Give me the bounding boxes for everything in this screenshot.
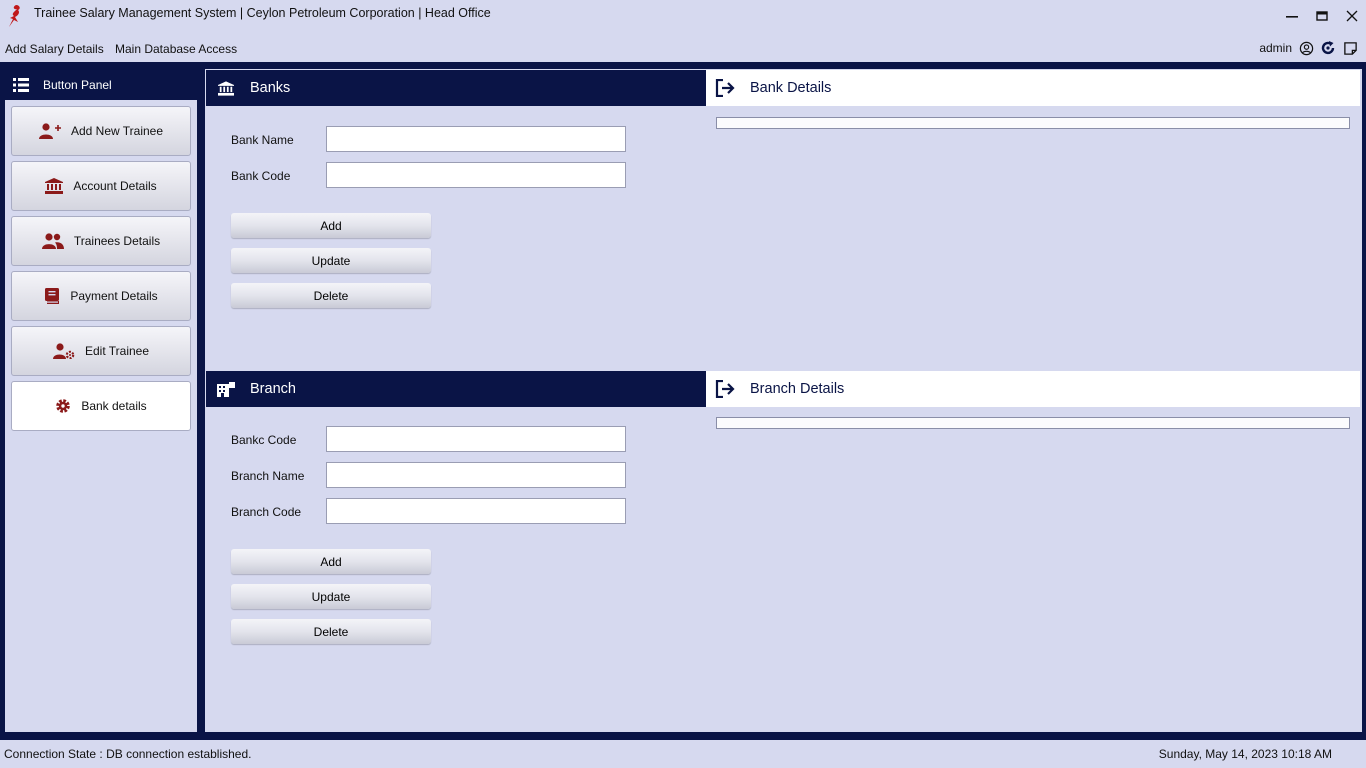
nav-account-details[interactable]: Account Details	[11, 161, 191, 211]
branch-details-table[interactable]	[716, 417, 1350, 429]
nav-label: Trainees Details	[73, 234, 161, 248]
app-logo-icon	[5, 3, 25, 31]
minimize-button[interactable]	[1280, 5, 1304, 27]
bank-name-input[interactable]	[326, 126, 626, 152]
add-user-icon	[38, 123, 61, 139]
user-gear-icon	[52, 343, 75, 359]
status-bar: Connection State : DB connection establi…	[0, 740, 1366, 768]
menu-add-salary-details[interactable]: Add Salary Details	[5, 42, 104, 56]
branch-code-input[interactable]	[326, 498, 626, 524]
user-area: admin	[1259, 40, 1358, 56]
branch-delete-button[interactable]: Delete	[231, 619, 431, 644]
window-title: Trainee Salary Management System | Ceylo…	[34, 6, 491, 20]
bank-details-title: Bank Details	[750, 80, 832, 96]
username-label: admin	[1259, 41, 1292, 55]
button-panel: Button Panel Add New Trainee Account Det…	[4, 68, 198, 733]
users-icon	[41, 233, 64, 249]
banks-header: Banks	[206, 70, 706, 106]
nav-label: Bank details	[81, 399, 147, 413]
menu-main-database-access[interactable]: Main Database Access	[115, 42, 237, 56]
building-icon	[216, 381, 236, 397]
bank-icon	[216, 80, 236, 96]
branch-add-button[interactable]: Add	[231, 549, 431, 574]
branch-details-header: Branch Details	[706, 371, 1360, 407]
bank-delete-button[interactable]: Delete	[231, 283, 431, 308]
branch-name-input[interactable]	[326, 462, 626, 488]
maximize-button[interactable]	[1310, 5, 1334, 27]
connection-status: Connection State : DB connection establi…	[4, 747, 252, 761]
book-icon	[44, 288, 60, 304]
menu-bar: Add Salary Details Main Database Access …	[0, 38, 1366, 60]
nav-bank-details[interactable]: Bank details	[11, 381, 191, 431]
bank-details-header: Bank Details	[706, 70, 1360, 106]
bank-code-label: Bank Code	[231, 169, 291, 183]
button-panel-title: Button Panel	[43, 77, 112, 92]
branch-bank-code-label: Bankc Code	[231, 433, 297, 447]
note-icon[interactable]	[1342, 40, 1358, 56]
title-bar: Trainee Salary Management System | Ceylo…	[0, 0, 1366, 34]
branch-code-label: Branch Code	[231, 505, 302, 519]
content-area: Banks Bank Details Bank Name Bank Code A…	[204, 68, 1363, 733]
banks-title: Banks	[250, 80, 291, 96]
button-panel-header: Button Panel	[5, 69, 197, 100]
list-icon	[13, 77, 29, 93]
nav-edit-trainee[interactable]: Edit Trainee	[11, 326, 191, 376]
branch-details-title: Branch Details	[750, 381, 845, 397]
nav-add-new-trainee[interactable]: Add New Trainee	[11, 106, 191, 156]
branch-bank-code-input[interactable]	[326, 426, 626, 452]
bank-update-button[interactable]: Update	[231, 248, 431, 273]
user-circle-icon[interactable]	[1298, 40, 1314, 56]
branch-update-button[interactable]: Update	[231, 584, 431, 609]
nav-label: Payment Details	[70, 289, 158, 303]
refresh-icon[interactable]	[1320, 40, 1336, 56]
gear-icon	[55, 398, 71, 414]
datetime-display: Sunday, May 14, 2023 10:18 AM	[1158, 747, 1332, 761]
bank-add-button[interactable]: Add	[231, 213, 431, 238]
close-button[interactable]	[1340, 5, 1364, 27]
bank-icon	[45, 178, 64, 194]
bank-code-input[interactable]	[326, 162, 626, 188]
nav-label: Add New Trainee	[70, 124, 164, 138]
sign-out-icon	[714, 380, 736, 398]
sign-out-icon	[714, 79, 736, 97]
branch-name-label: Branch Name	[231, 469, 305, 483]
branch-title: Branch	[250, 381, 296, 397]
bank-name-label: Bank Name	[231, 133, 294, 147]
bank-details-table[interactable]	[716, 117, 1350, 129]
branch-header: Branch	[206, 371, 706, 407]
nav-label: Edit Trainee	[84, 344, 150, 358]
nav-trainees-details[interactable]: Trainees Details	[11, 216, 191, 266]
nav-payment-details[interactable]: Payment Details	[11, 271, 191, 321]
nav-label: Account Details	[73, 179, 157, 193]
